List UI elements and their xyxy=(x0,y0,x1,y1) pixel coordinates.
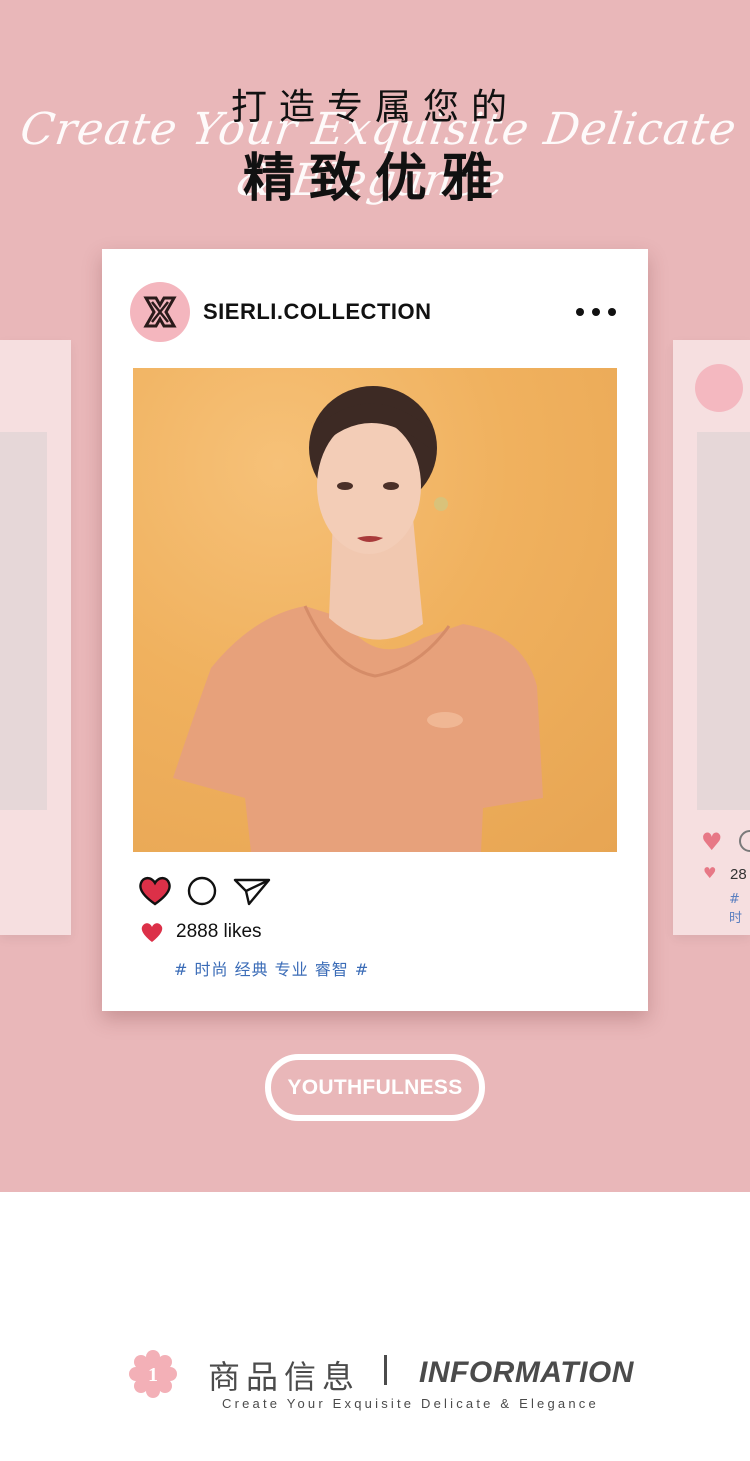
flower-number-icon: 1 xyxy=(129,1350,177,1398)
info-title-en: INFORMATION xyxy=(419,1356,634,1389)
info-subtitle: Create Your Exquisite Delicate & Eleganc… xyxy=(222,1396,599,1411)
information-section: 1 商品信息 INFORMATION Create Your Exquisite… xyxy=(0,1192,750,1461)
title-divider xyxy=(384,1355,387,1385)
side-card-image-placeholder xyxy=(697,432,750,810)
info-title-cn: 商品信息 xyxy=(208,1358,361,1396)
likes-count: 28 xyxy=(730,866,747,883)
side-card-left[interactable] xyxy=(0,340,71,935)
tags: # 时 xyxy=(729,892,743,926)
youthfulness-button[interactable]: YOUTHFULNESS xyxy=(265,1054,485,1121)
post-card: SIERLI.COLLECTION 2888 likes # 时尚 经典 专业 … xyxy=(102,249,648,1011)
like-heart-icon xyxy=(141,923,163,942)
likes-count[interactable]: 2888 likes xyxy=(176,921,262,943)
section-number: 1 xyxy=(148,1364,158,1386)
hashtags[interactable]: # 时尚 经典 专业 睿智 # xyxy=(174,956,369,980)
photo-illustration xyxy=(173,386,543,852)
side-card-image-placeholder xyxy=(0,432,47,810)
headline-big: 精致优雅 xyxy=(242,149,507,209)
send-icon[interactable] xyxy=(232,875,272,907)
post-actions xyxy=(138,873,272,909)
side-card-right[interactable]: ♥ ♥ 28 # 时 xyxy=(673,340,750,935)
heart-icon[interactable] xyxy=(138,875,172,907)
more-dots-icon[interactable] xyxy=(576,301,616,323)
sierli-logo-icon xyxy=(143,296,177,328)
post-photo xyxy=(133,368,617,852)
headline-small: 打造专属您的 xyxy=(230,87,519,128)
mini-avatar xyxy=(695,364,743,412)
likes-row: 2888 likes xyxy=(140,921,262,943)
comment-icon xyxy=(739,830,750,852)
username[interactable]: SIERLI.COLLECTION xyxy=(203,299,432,325)
comment-icon[interactable] xyxy=(186,875,218,907)
like-heart-icon: ♥ xyxy=(703,864,717,882)
avatar[interactable] xyxy=(130,282,190,342)
heart-icon: ♥ xyxy=(701,828,723,856)
hero-section: Create Your Exquisite Delicate & Eleganc… xyxy=(0,0,750,1192)
